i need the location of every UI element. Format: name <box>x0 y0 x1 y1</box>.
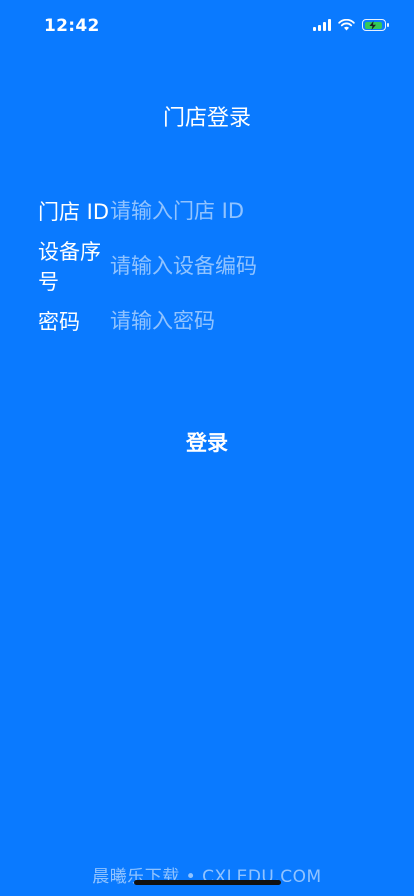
store-id-row: 门店 ID <box>38 195 378 227</box>
store-id-label: 门店 ID <box>38 200 110 224</box>
home-indicator[interactable] <box>134 880 281 885</box>
device-no-input[interactable] <box>110 251 378 281</box>
cellular-signal-icon <box>313 19 331 31</box>
device-no-row: 设备序号 <box>38 240 378 294</box>
wifi-icon <box>338 19 355 31</box>
store-id-input[interactable] <box>110 196 378 226</box>
page-title: 门店登录 <box>162 106 251 131</box>
status-time: 12:42 <box>44 16 100 36</box>
status-icons <box>313 19 389 31</box>
device-no-label: 设备序号 <box>38 240 101 294</box>
status-bar: 12:42 <box>0 0 414 54</box>
battery-charging-icon <box>362 19 389 31</box>
password-label: 密码 <box>38 310 80 334</box>
login-button[interactable]: 登录 <box>157 424 257 460</box>
password-input[interactable] <box>110 306 378 336</box>
password-row: 密码 <box>38 305 378 337</box>
